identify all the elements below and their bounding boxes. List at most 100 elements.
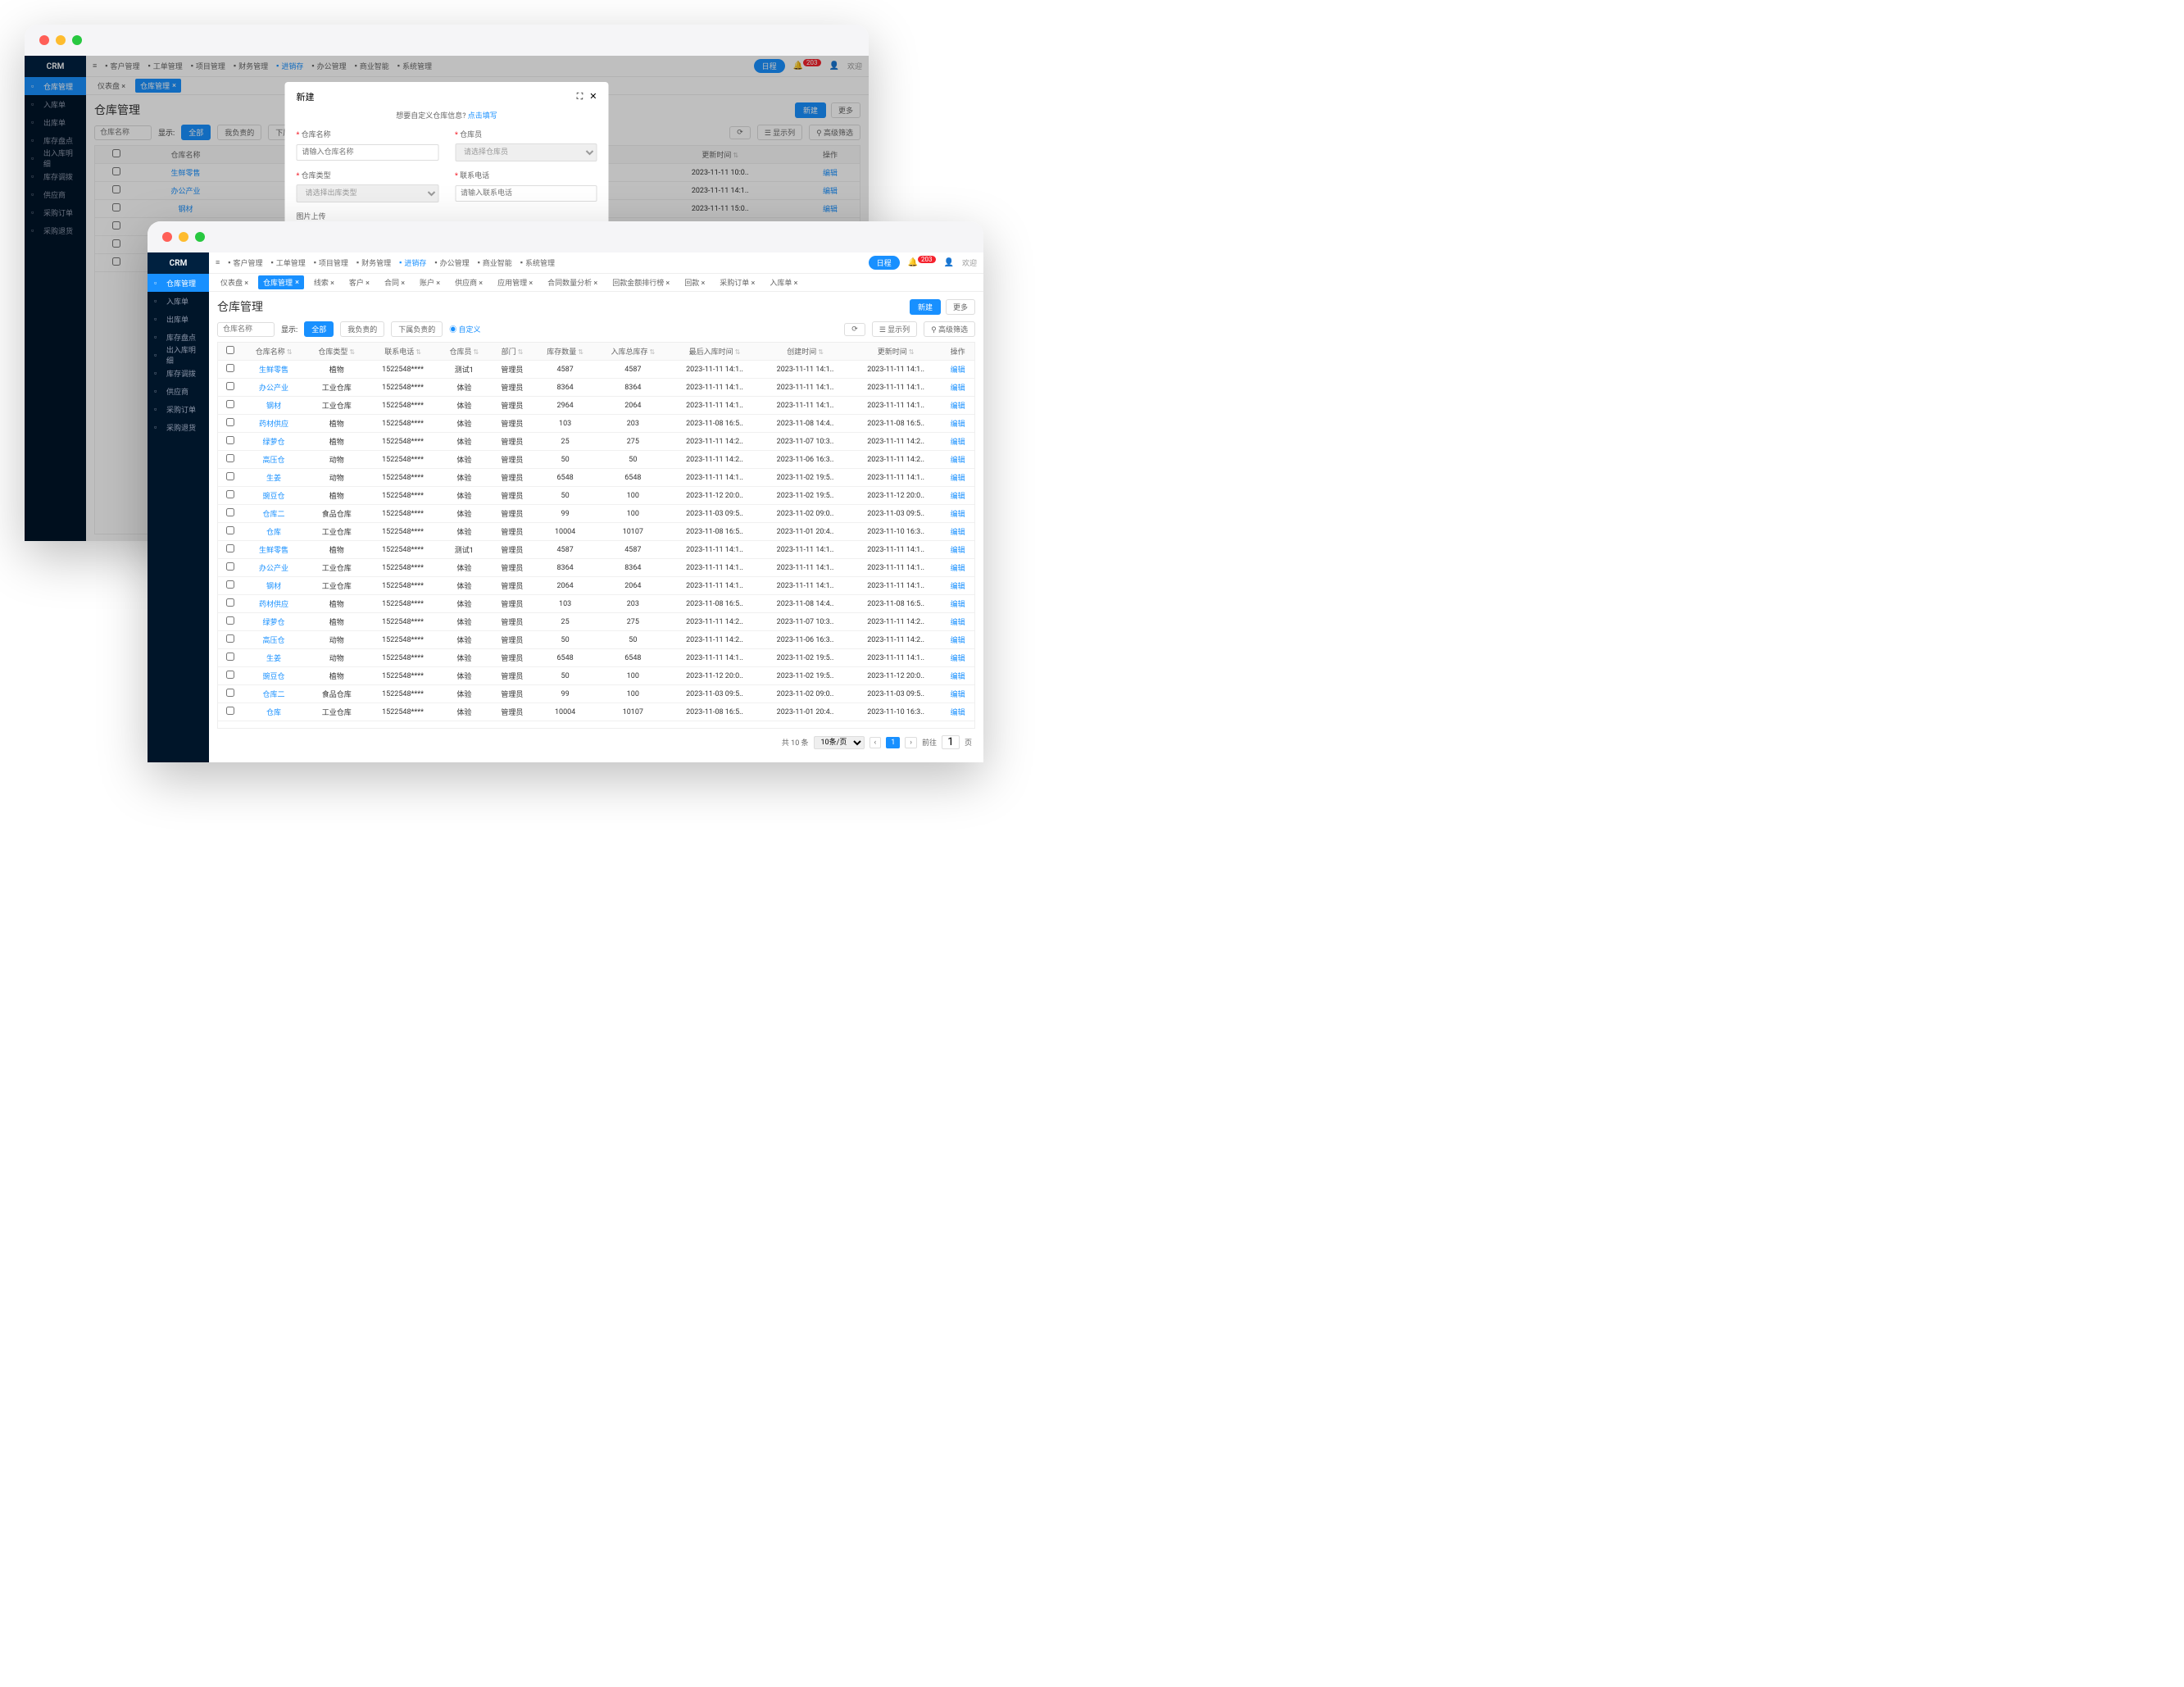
warehouse-name-link[interactable]: 豌豆仓	[263, 493, 285, 501]
warehouse-name-link[interactable]: 仓库二	[263, 691, 285, 699]
edit-link[interactable]: 编辑	[951, 529, 965, 537]
sidebar-item[interactable]: ▫出库单	[148, 310, 209, 328]
sidebar-item[interactable]: ▫采购订单	[148, 400, 209, 418]
tab-item[interactable]: 回款 ×	[679, 275, 710, 289]
select-keeper[interactable]: 请选择仓库员	[455, 143, 597, 161]
warehouse-name-link[interactable]: 生鲜零售	[259, 547, 288, 555]
edit-link[interactable]: 编辑	[951, 673, 965, 681]
topnav-item[interactable]: ▪ 项目管理	[314, 257, 348, 268]
close-icon[interactable]	[39, 35, 49, 45]
sidebar-item[interactable]: ▫入库单	[148, 292, 209, 310]
select-type[interactable]: 请选择出库类型	[297, 184, 439, 202]
close-icon[interactable]: ✕	[589, 91, 597, 102]
warehouse-name-link[interactable]: 高压仓	[263, 457, 285, 465]
warehouse-name-link[interactable]: 钢材	[266, 583, 281, 591]
column-header[interactable]: 创建时间⇅	[760, 343, 851, 361]
prev-page-icon[interactable]: ‹	[870, 737, 882, 748]
warehouse-name-link[interactable]: 办公产业	[259, 384, 288, 393]
minimize-icon[interactable]	[56, 35, 66, 45]
warehouse-name-link[interactable]: 仓库二	[263, 511, 285, 519]
edit-link[interactable]: 编辑	[951, 691, 965, 699]
column-header[interactable]: 部门⇅	[491, 343, 534, 361]
tab-item[interactable]: 合同数量分析 ×	[543, 275, 602, 289]
topnav-item[interactable]: ▪ 工单管理	[270, 257, 305, 268]
column-header[interactable]: 库存数量⇅	[534, 343, 597, 361]
warehouse-name-link[interactable]: 高压仓	[263, 637, 285, 645]
filter-custom[interactable]: ◉ 自定义	[449, 324, 480, 334]
filter-all[interactable]: 全部	[304, 321, 334, 337]
warehouse-name-link[interactable]: 生鲜零售	[259, 366, 288, 375]
tab-item[interactable]: 仓库管理 ×	[258, 275, 304, 289]
row-checkbox[interactable]	[226, 526, 234, 534]
show-columns[interactable]: ☰ 显示列	[872, 321, 917, 337]
row-checkbox[interactable]	[226, 382, 234, 390]
edit-link[interactable]: 编辑	[951, 547, 965, 555]
row-checkbox[interactable]	[226, 671, 234, 679]
topnav-item[interactable]: ▪ 进销存	[399, 257, 426, 268]
tab-item[interactable]: 仪表盘 ×	[216, 275, 253, 289]
row-checkbox[interactable]	[226, 418, 234, 426]
row-checkbox[interactable]	[226, 436, 234, 444]
edit-link[interactable]: 编辑	[951, 439, 965, 447]
warehouse-name-link[interactable]: 生姜	[266, 655, 281, 663]
warehouse-name-link[interactable]: 绿萝仓	[263, 439, 285, 447]
column-header[interactable]: 入库总库存⇅	[597, 343, 670, 361]
tab-item[interactable]: 合同 ×	[379, 275, 410, 289]
row-checkbox[interactable]	[226, 508, 234, 516]
hint-link[interactable]: 点击填写	[468, 112, 497, 120]
column-header[interactable]: 仓库类型⇅	[305, 343, 368, 361]
edit-link[interactable]: 编辑	[951, 655, 965, 663]
edit-link[interactable]: 编辑	[951, 421, 965, 429]
input-phone[interactable]	[455, 185, 597, 202]
warehouse-name-link[interactable]: 仓库	[266, 709, 281, 717]
close-icon[interactable]	[162, 232, 172, 242]
edit-link[interactable]: 编辑	[951, 637, 965, 645]
row-checkbox[interactable]	[226, 689, 234, 697]
row-checkbox[interactable]	[226, 454, 234, 462]
tab-item[interactable]: 应用管理 ×	[493, 275, 538, 289]
minimize-icon[interactable]	[179, 232, 188, 242]
daily-button[interactable]: 日程	[869, 256, 900, 270]
tab-item[interactable]: 客户 ×	[344, 275, 375, 289]
bell-icon[interactable]: 🔔203	[908, 258, 936, 267]
column-header[interactable]: 联系电话⇅	[368, 343, 438, 361]
filter-mine[interactable]: 我负责的	[340, 321, 384, 337]
row-checkbox[interactable]	[226, 472, 234, 480]
warehouse-name-link[interactable]: 钢材	[266, 402, 281, 411]
edit-link[interactable]: 编辑	[951, 709, 965, 717]
menu-toggle-icon[interactable]: ≡	[216, 258, 220, 267]
row-checkbox[interactable]	[226, 364, 234, 372]
edit-link[interactable]: 编辑	[951, 601, 965, 609]
topnav-item[interactable]: ▪ 客户管理	[228, 257, 262, 268]
tab-item[interactable]: 回款金额排行榜 ×	[607, 275, 674, 289]
sidebar-item[interactable]: ▫出入库明细	[148, 346, 209, 364]
goto-input[interactable]	[942, 735, 960, 749]
column-header[interactable]: 更新时间⇅	[851, 343, 942, 361]
close-tab-icon[interactable]: ×	[295, 279, 299, 287]
row-checkbox[interactable]	[226, 490, 234, 498]
avatar-icon[interactable]: 👤	[944, 258, 954, 267]
edit-link[interactable]: 编辑	[951, 366, 965, 375]
topnav-item[interactable]: ▪ 办公管理	[434, 257, 469, 268]
edit-link[interactable]: 编辑	[951, 457, 965, 465]
row-checkbox[interactable]	[226, 707, 234, 715]
filter-sub[interactable]: 下属负责的	[391, 321, 443, 337]
warehouse-name-link[interactable]: 药材供应	[259, 601, 288, 609]
edit-link[interactable]: 编辑	[951, 511, 965, 519]
topnav-item[interactable]: ▪ 财务管理	[356, 257, 391, 268]
column-header[interactable]: 操作	[941, 343, 974, 361]
adv-filter[interactable]: ⚲ 高级筛选	[924, 321, 975, 337]
row-checkbox[interactable]	[226, 580, 234, 589]
edit-link[interactable]: 编辑	[951, 493, 965, 501]
edit-link[interactable]: 编辑	[951, 565, 965, 573]
sidebar-item[interactable]: ▫仓库管理	[148, 274, 209, 292]
warehouse-name-link[interactable]: 仓库	[266, 529, 281, 537]
warehouse-name-link[interactable]: 办公产业	[259, 565, 288, 573]
edit-link[interactable]: 编辑	[951, 583, 965, 591]
warehouse-name-link[interactable]: 药材供应	[259, 421, 288, 429]
fullscreen-icon[interactable]: ⛶	[577, 91, 583, 102]
warehouse-name-link[interactable]: 绿萝仓	[263, 619, 285, 627]
sidebar-item[interactable]: ▫采购退货	[148, 418, 209, 436]
search-input[interactable]	[217, 322, 275, 337]
row-checkbox[interactable]	[226, 400, 234, 408]
